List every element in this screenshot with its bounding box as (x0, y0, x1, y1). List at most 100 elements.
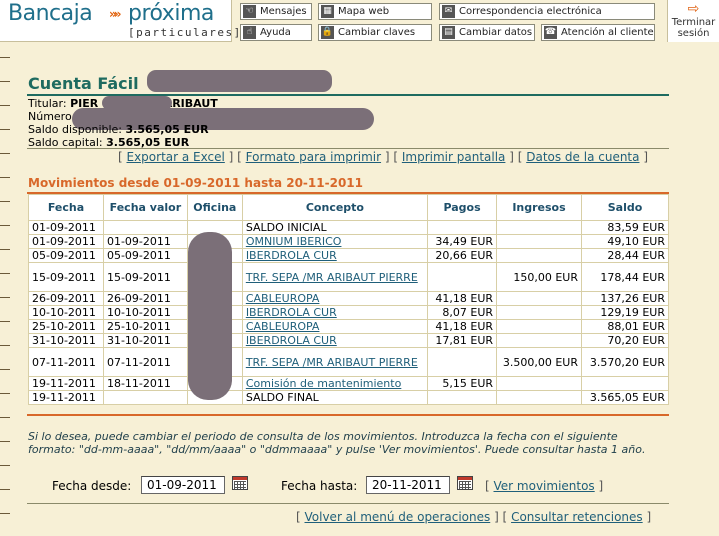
cell-fecha-valor: 01-09-2011 (102, 234, 188, 249)
nav-correspondencia-button[interactable]: ✉ Correspondencia electrónica (439, 3, 655, 20)
cell-ingresos (496, 234, 582, 249)
nav-ayuda-button[interactable]: ☝ Ayuda (240, 24, 312, 41)
cell-concepto: SALDO FINAL (241, 390, 429, 405)
bancaja-proxima-logo[interactable]: Bancaja »» próxima [particulares] (0, 0, 240, 42)
cell-saldo: 178,44 EUR (580, 262, 670, 292)
cell-fecha: 25-10-2011 (28, 319, 104, 334)
cell-ingresos (496, 220, 582, 235)
numero-row: Número (28, 110, 72, 123)
concepto-link[interactable]: CABLEUROPA (246, 292, 320, 305)
consult-retentions-link[interactable]: Consultar retenciones (511, 510, 643, 524)
ver-movimientos-link[interactable]: Ver movimientos (494, 479, 595, 493)
logout-label-line2: sesión (677, 28, 710, 39)
nav-mensajes-button[interactable]: ☜ Mensajes (240, 3, 312, 20)
cell-pagos: 41,18 EUR (427, 319, 498, 334)
cell-fecha-valor (102, 390, 188, 405)
from-calendar-icon[interactable] (232, 476, 248, 490)
cell-fecha-valor: 25-10-2011 (102, 319, 188, 334)
cell-fecha-valor: 18-11-2011 (102, 376, 188, 391)
cell-ingresos (496, 376, 582, 391)
table-row: 25-10-2011 25-10-2011 CABLEUROPA 41,18 EUR 8… (28, 319, 670, 334)
cell-concepto: TRF. SEPA /MR ARIBAUT PIERRE (241, 262, 429, 292)
cell-saldo: 88,01 EUR (580, 319, 670, 334)
cell-fecha-valor: 26-09-2011 (102, 291, 188, 306)
print-format-link[interactable]: Formato para imprimir (246, 150, 381, 164)
account-data-link[interactable]: Datos de la cuenta (526, 150, 639, 164)
cell-fecha: 31-10-2011 (28, 333, 104, 348)
cell-pagos (427, 220, 498, 235)
to-date-input[interactable]: 20-11-2011 (366, 476, 450, 494)
nav-cambiar-claves-button[interactable]: 🔒 Cambiar claves (318, 24, 432, 41)
titular-label: Titular: (28, 97, 67, 110)
hand-icon: ☜ (243, 5, 256, 18)
cell-concepto: IBERDROLA CUR (241, 248, 429, 263)
cell-fecha: 01-09-2011 (28, 220, 104, 235)
table-row: 26-09-2011 26-09-2011 CABLEUROPA 41,18 EUR 1… (28, 291, 670, 306)
nav-cambiar-datos-label: Cambiar datos (459, 27, 533, 38)
cell-fecha-valor: 15-09-2011 (102, 262, 188, 292)
print-screen-link[interactable]: Imprimir pantalla (402, 150, 506, 164)
concepto-link[interactable]: TRF. SEPA /MR ARIBAUT PIERRE (246, 271, 418, 284)
user-card-icon: ▤ (442, 26, 455, 39)
cell-fecha: 05-09-2011 (28, 248, 104, 263)
concepto-link[interactable]: CABLEUROPA (246, 320, 320, 333)
concepto-link[interactable]: TRF. SEPA /MR ARIBAUT PIERRE (246, 356, 418, 369)
cell-pagos (427, 390, 498, 405)
footer-links: [ Volver al menú de operaciones ] [ Cons… (296, 510, 652, 524)
export-excel-link[interactable]: Exportar a Excel (127, 150, 225, 164)
nav-cambiar-datos-button[interactable]: ▤ Cambiar datos (439, 24, 535, 41)
logout-button[interactable]: ⇨ Terminar sesión (667, 0, 719, 42)
to-date-label: Fecha hasta: (281, 479, 358, 493)
cell-fecha-valor (102, 220, 188, 235)
movements-title: Movimientos desde 01-09-2011 hasta 20-11… (28, 176, 363, 190)
cell-saldo: 129,19 EUR (580, 305, 670, 320)
mail-icon: ✉ (442, 5, 455, 18)
numero-label: Número (28, 110, 72, 123)
cell-fecha-valor: 05-09-2011 (102, 248, 188, 263)
cell-fecha: 26-09-2011 (28, 291, 104, 306)
table-row: 31-10-2011 31-10-2011 IBERDROLA CUR 17,81 E… (28, 333, 670, 348)
table-row: 01-09-2011 SALDO INICIAL 83,59 EUR (28, 220, 670, 235)
back-to-menu-link[interactable]: Volver al menú de operaciones (305, 510, 491, 524)
saldo-disponible-row: Saldo disponible: 3.565,05 EUR (28, 123, 209, 136)
cell-saldo: 49,10 EUR (580, 234, 670, 249)
lock-icon: 🔒 (321, 26, 334, 39)
cell-ingresos (496, 319, 582, 334)
cell-concepto: SALDO INICIAL (241, 220, 429, 235)
table-row: 15-09-2011 15-09-2011 TRF. SEPA /MR ARIBAU… (28, 262, 670, 292)
cell-pagos: 8,07 EUR (427, 305, 498, 320)
sitemap-icon: ▦ (321, 5, 334, 18)
cell-concepto: IBERDROLA CUR (241, 305, 429, 320)
nav-mapa-web-button[interactable]: ▦ Mapa web (318, 3, 432, 20)
cell-fecha: 19-11-2011 (28, 376, 104, 391)
cell-fecha-valor: 07-11-2011 (102, 347, 188, 377)
cell-concepto: TRF. SEPA /MR ARIBAUT PIERRE (241, 347, 429, 377)
concepto-link[interactable]: IBERDROLA CUR (246, 249, 337, 262)
info-divider (27, 148, 669, 149)
concepto-link[interactable]: Comisión de mantenimiento (246, 377, 402, 390)
cell-fecha: 01-09-2011 (28, 234, 104, 249)
concepto-link[interactable]: OMNIUM IBERICO (246, 235, 342, 248)
cell-fecha: 07-11-2011 (28, 347, 104, 377)
cell-ingresos: 150,00 EUR (496, 262, 582, 292)
table-row: 01-09-2011 01-09-2011 OMNIUM IBERICO 34,49 … (28, 234, 670, 249)
logo-text-proxima: próxima (128, 1, 214, 26)
cell-saldo: 28,44 EUR (580, 248, 670, 263)
logo-arrows-icon: »» (109, 7, 121, 21)
cell-concepto: OMNIUM IBERICO (241, 234, 429, 249)
help-hand-icon: ☝ (243, 26, 256, 39)
to-calendar-icon[interactable] (457, 476, 473, 490)
concepto-link[interactable]: IBERDROLA CUR (246, 306, 337, 319)
account-actions: [ Exportar a Excel ] [ Formato para impr… (118, 150, 648, 164)
from-date-label: Fecha desde: (52, 479, 132, 493)
nav-correspondencia-label: Correspondencia electrónica (459, 6, 602, 17)
cell-ingresos: 3.500,00 EUR (496, 347, 582, 377)
nav-atencion-cliente-button[interactable]: ☎ Atención al cliente (541, 24, 655, 41)
left-rail-decoration (0, 44, 10, 536)
cell-ingresos (496, 390, 582, 405)
nav-cambiar-claves-label: Cambiar claves (338, 27, 416, 38)
from-date-input[interactable]: 01-09-2011 (141, 476, 225, 494)
concepto-link[interactable]: IBERDROLA CUR (246, 334, 337, 347)
logo-subtitle: [particulares] (128, 26, 242, 39)
help-text: Si lo desea, puede cambiar el periodo de… (28, 430, 646, 456)
